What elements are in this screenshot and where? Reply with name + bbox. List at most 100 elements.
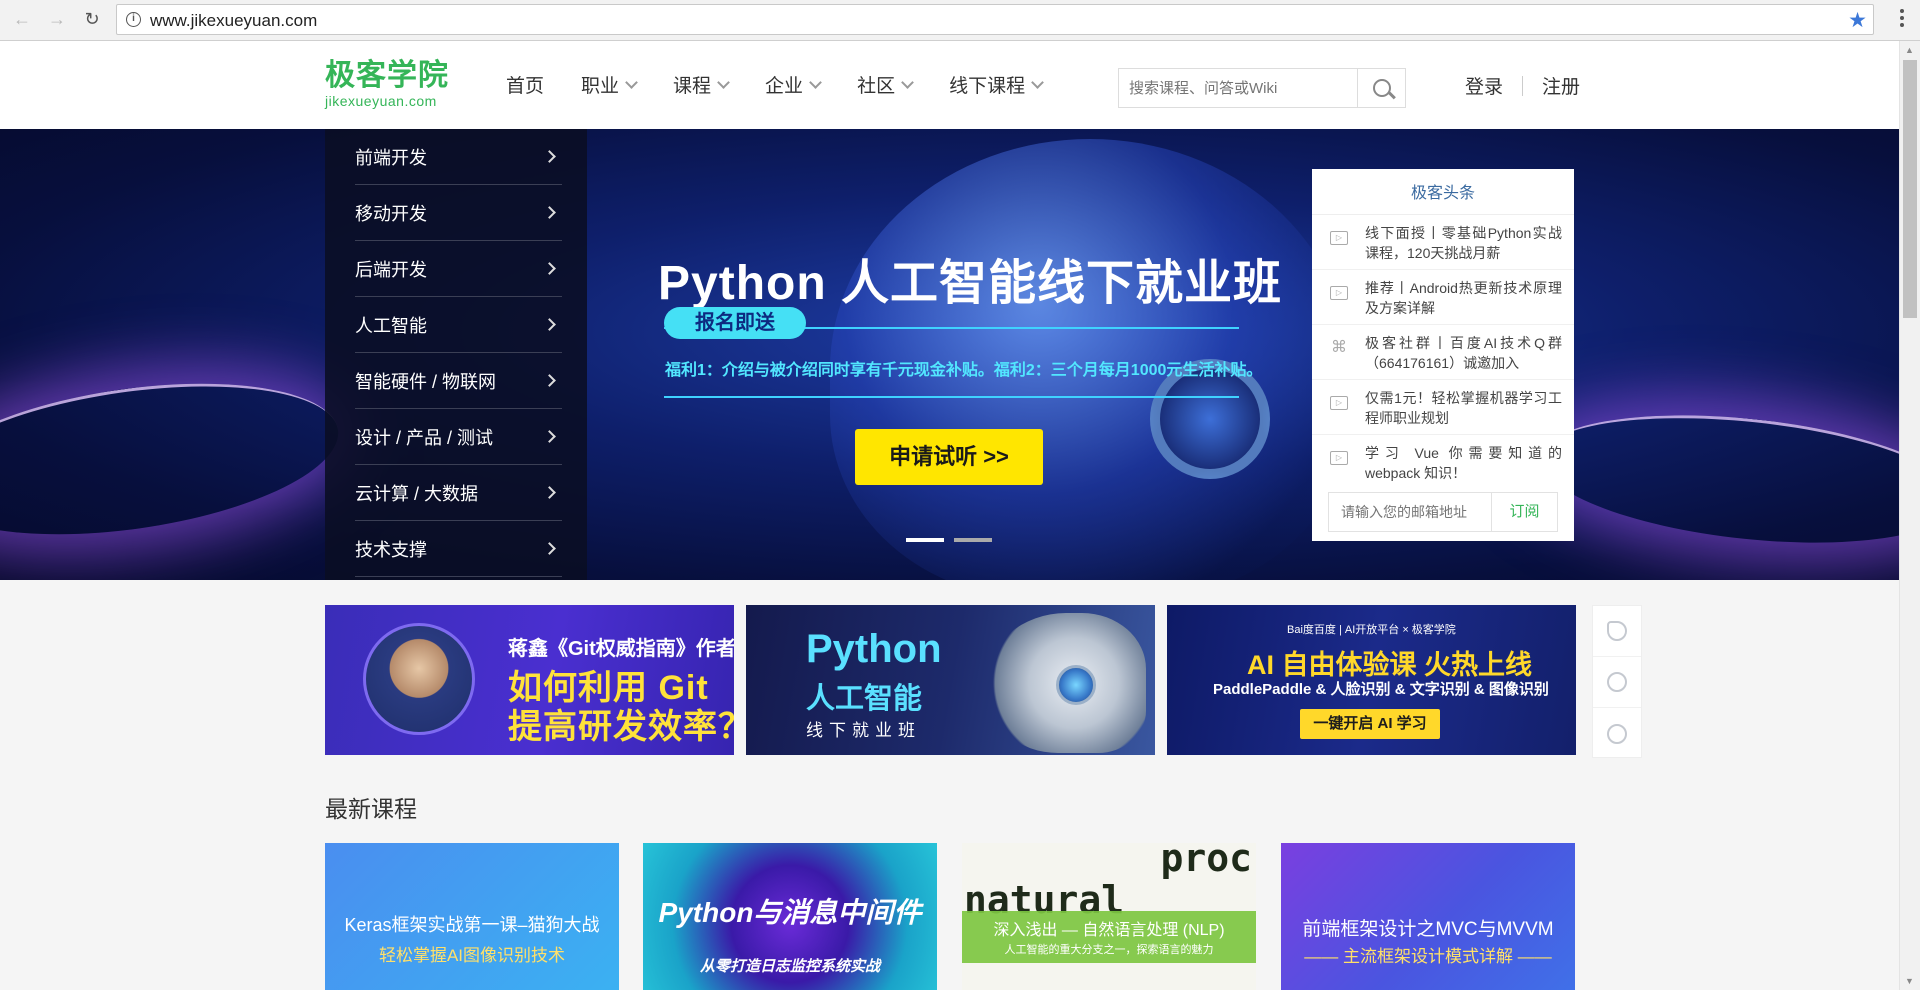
- category-label: 技术支撑: [355, 539, 427, 560]
- nav-label: 课程: [673, 76, 712, 97]
- speaker-avatar: [363, 623, 475, 735]
- reload-icon[interactable]: ↻: [80, 7, 104, 31]
- course-subtitle: 人工智能的重大分支之一，探索语言的魅力: [1004, 944, 1214, 956]
- category-item[interactable]: 前端开发: [355, 129, 562, 185]
- news-item[interactable]: ▷ 学习 Vue 你需要知道的 webpack 知识！: [1312, 435, 1574, 490]
- course-card[interactable]: Keras框架实战第一课–猫狗大战 轻松掌握AI图像识别技术: [325, 843, 619, 990]
- hero-carousel[interactable]: 前端开发 移动开发 后端开发 人工智能 智能硬件 / 物联网 设计 / 产品 /…: [0, 129, 1899, 580]
- forward-icon[interactable]: →: [45, 7, 69, 31]
- news-text: 学习 Vue 你需要知道的 webpack 知识！: [1365, 445, 1562, 481]
- category-label: 智能硬件 / 物联网: [355, 371, 497, 392]
- promo-banner-python[interactable]: Python 人工智能 线下就业班: [746, 605, 1155, 755]
- banner-title: Python 人工智能线下就业班: [658, 257, 1282, 310]
- nav-career[interactable]: 职业: [581, 71, 638, 98]
- nav-label: 社区: [857, 76, 896, 97]
- search-icon: [1372, 79, 1391, 97]
- nav-offline-courses[interactable]: 线下课程: [949, 71, 1044, 98]
- page-scrollbar[interactable]: ▲ ▼: [1899, 41, 1920, 990]
- nav-label: 首页: [506, 76, 545, 97]
- news-text: 极客社群丨百度AI技术Q群（664176161）诚邀加入: [1365, 335, 1562, 371]
- banner-pill: 报名即送: [664, 307, 806, 339]
- promo-line: 提高研发效率？: [508, 708, 734, 746]
- course-card[interactable]: Python与消息中间件 从零打造日志监控系统实战: [643, 843, 937, 990]
- video-icon: ▷: [1330, 396, 1348, 410]
- address-bar[interactable]: i www.jikexueyuan.com ★: [116, 4, 1874, 35]
- info-icon[interactable]: i: [126, 12, 141, 27]
- command-icon: ⌘: [1331, 339, 1347, 356]
- nav-courses[interactable]: 课程: [673, 71, 730, 98]
- site-header: 极客学院 jikexueyuan.com 首页 职业 课程 企业 社区 线下课程…: [0, 41, 1899, 129]
- scroll-down-icon[interactable]: ▼: [1905, 976, 1914, 986]
- divider: [1522, 75, 1524, 96]
- course-subtitle: —— 主流框架设计模式详解 ——: [1304, 947, 1552, 966]
- chevron-down-icon: [625, 75, 638, 89]
- course-title: Keras框架实战第一课–猫狗大战: [344, 915, 600, 935]
- chevron-down-icon: [809, 75, 822, 89]
- category-label: 人工智能: [355, 315, 427, 336]
- news-item[interactable]: ▷ 仅需1元！轻松掌握机器学习工程师职业规划: [1312, 380, 1574, 435]
- category-item[interactable]: 云计算 / 大数据: [355, 465, 562, 521]
- course-subtitle: 从零打造日志监控系统实战: [699, 958, 880, 975]
- category-item[interactable]: 智能硬件 / 物联网: [355, 353, 562, 409]
- chevron-right-icon: [543, 374, 556, 387]
- category-item[interactable]: 设计 / 产品 / 测试: [355, 409, 562, 465]
- chevron-down-icon: [1031, 75, 1044, 89]
- email-field[interactable]: [1329, 493, 1492, 531]
- auth-links: 登录 注册: [1465, 72, 1580, 99]
- course-title: 前端框架设计之MVC与MVVM: [1302, 919, 1554, 940]
- chevron-right-icon: [543, 430, 556, 443]
- login-link[interactable]: 登录: [1465, 72, 1503, 99]
- scrollbar-thumb[interactable]: [1903, 60, 1917, 318]
- course-card[interactable]: proc natural 深入浅出 — 自然语言处理 (NLP) 人工智能的重大…: [962, 843, 1256, 990]
- chevron-down-icon: [717, 75, 730, 89]
- promo-banner-git[interactable]: 蒋鑫《Git权威指南》作者 如何利用 Git 提高研发效率？: [325, 605, 734, 755]
- category-item[interactable]: 后端开发: [355, 241, 562, 297]
- section-title: 最新课程: [325, 796, 417, 822]
- promo-banner-ai[interactable]: Bai度百度 | AI开放平台 × 极客学院 AI 自由体验课 火热上线 Pad…: [1167, 605, 1576, 755]
- promo-line: Python: [806, 627, 942, 671]
- category-item[interactable]: 技术支撑: [355, 521, 562, 577]
- side-toolbar: [1592, 605, 1642, 758]
- category-item[interactable]: 移动开发: [355, 185, 562, 241]
- carousel-dot[interactable]: [906, 538, 944, 542]
- nav-enterprise[interactable]: 企业: [765, 71, 822, 98]
- nav-home[interactable]: 首页: [506, 71, 544, 98]
- news-item[interactable]: ▷ 推荐丨Android热更新技术原理及方案详解: [1312, 270, 1574, 325]
- decorative-glow: [1533, 397, 1899, 561]
- category-label: 设计 / 产品 / 测试: [355, 427, 494, 448]
- news-text: 仅需1元！轻松掌握机器学习工程师职业规划: [1365, 390, 1562, 426]
- category-item[interactable]: 人工智能: [355, 297, 562, 353]
- subscribe-form: 订阅: [1328, 492, 1558, 532]
- nav-community[interactable]: 社区: [857, 71, 914, 98]
- bookmark-star-icon[interactable]: ★: [1848, 8, 1867, 33]
- search-input[interactable]: [1119, 69, 1357, 107]
- promo-line: 线下就业班: [806, 721, 921, 740]
- customer-service-button[interactable]: [1593, 657, 1641, 708]
- carousel-dot[interactable]: [954, 538, 992, 542]
- phone-button[interactable]: [1593, 606, 1641, 657]
- subscribe-button[interactable]: 订阅: [1492, 493, 1557, 531]
- news-text: 线下面授丨零基础Python实战课程，120天挑战月薪: [1365, 225, 1562, 261]
- chevron-down-icon: [901, 75, 914, 89]
- search-button[interactable]: [1357, 69, 1405, 107]
- news-item[interactable]: ▷ 线下面授丨零基础Python实战课程，120天挑战月薪: [1312, 215, 1574, 270]
- chevron-right-icon: [543, 206, 556, 219]
- start-ai-button[interactable]: 一键开启 AI 学习: [1300, 709, 1440, 739]
- video-icon: ▷: [1330, 451, 1348, 465]
- site-logo[interactable]: 极客学院 jikexueyuan.com: [325, 59, 449, 109]
- register-link[interactable]: 注册: [1542, 72, 1580, 99]
- category-menu: 前端开发 移动开发 后端开发 人工智能 智能硬件 / 物联网 设计 / 产品 /…: [325, 129, 587, 580]
- category-label: 移动开发: [355, 203, 427, 224]
- menu-dots-icon[interactable]: [1900, 9, 1906, 30]
- promo-line: PaddlePaddle & 人脸识别 & 文字识别 & 图像识别: [1213, 681, 1549, 698]
- feedback-button[interactable]: [1593, 708, 1641, 759]
- apply-trial-button[interactable]: 申请试听 >>: [855, 429, 1043, 485]
- divider: [664, 396, 1239, 398]
- scroll-up-icon[interactable]: ▲: [1905, 45, 1914, 55]
- back-icon[interactable]: ←: [10, 7, 34, 31]
- word-cloud-word: proc: [1160, 843, 1252, 880]
- course-subtitle: 轻松掌握AI图像识别技术: [378, 946, 566, 965]
- url-text[interactable]: www.jikexueyuan.com: [150, 11, 317, 31]
- news-item[interactable]: ⌘ 极客社群丨百度AI技术Q群（664176161）诚邀加入: [1312, 325, 1574, 380]
- course-card[interactable]: 前端框架设计之MVC与MVVM —— 主流框架设计模式详解 ——: [1281, 843, 1575, 990]
